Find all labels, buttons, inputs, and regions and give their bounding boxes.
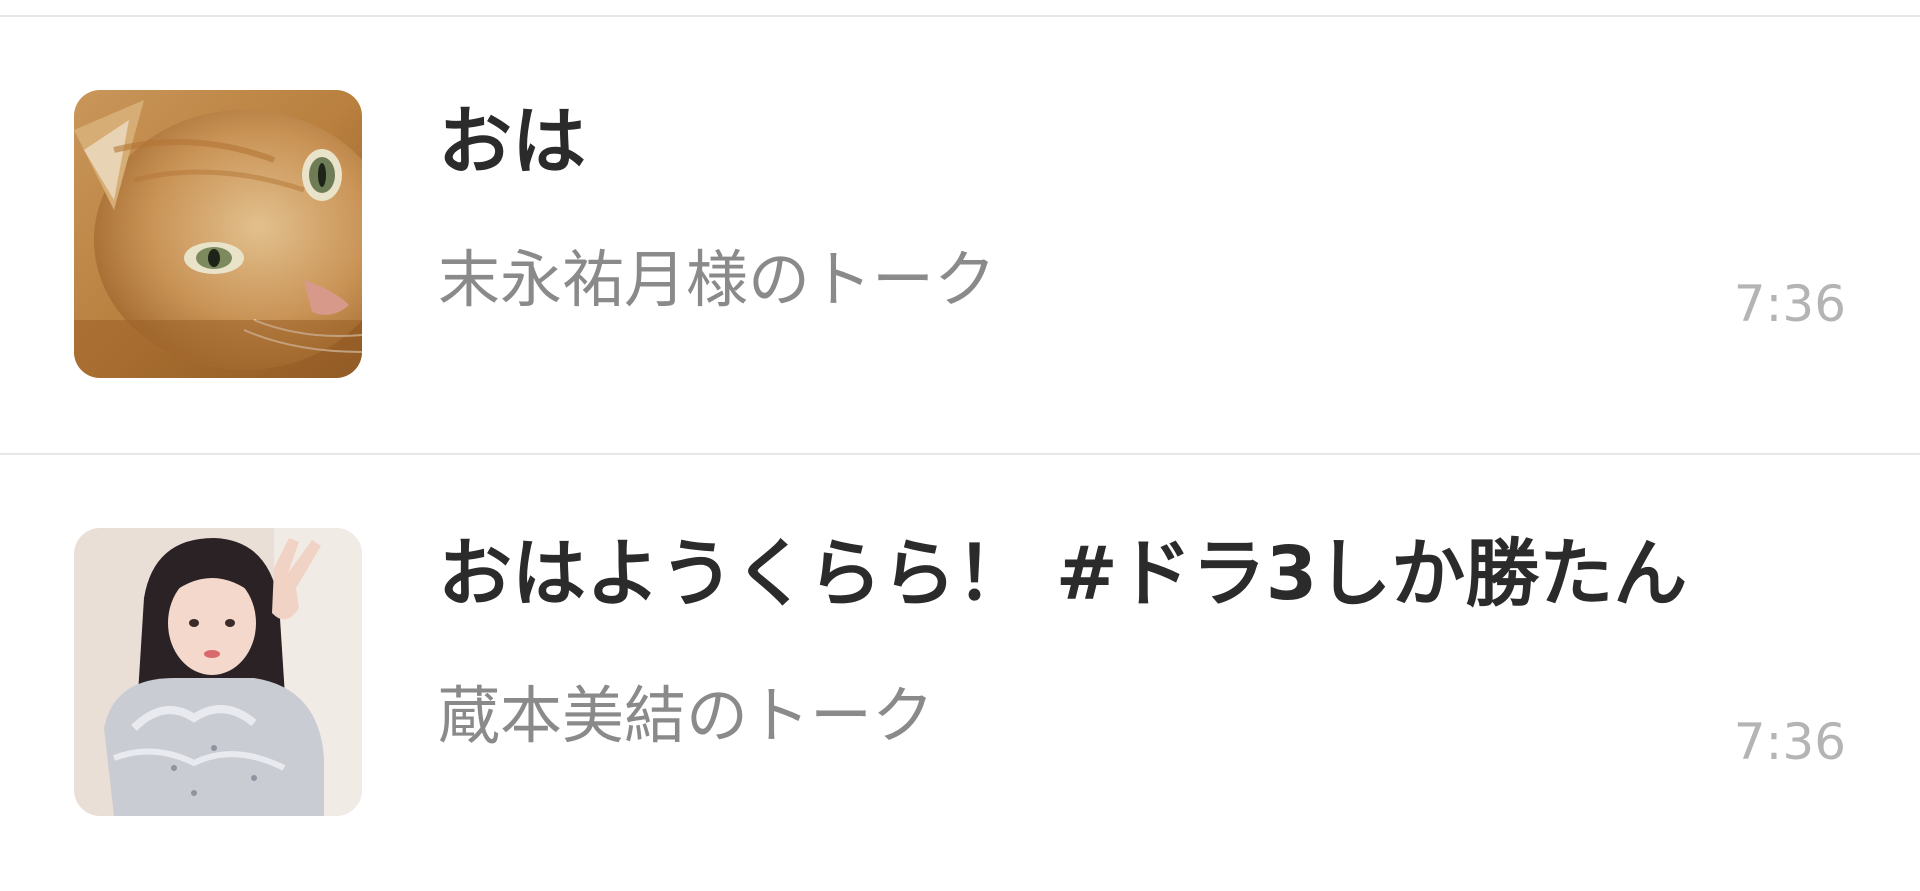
timestamp: 7:36 xyxy=(1733,713,1846,771)
cat-photo-icon xyxy=(74,90,362,378)
list-item[interactable]: おはようくらら！ #ドラ3しか勝たん 蔵本美結のトーク 7:36 xyxy=(0,455,1920,891)
message-title: おは xyxy=(438,99,586,185)
message-title: おはようくらら！ #ドラ3しか勝たん xyxy=(438,531,1688,617)
sender-name: 蔵本美結のトーク xyxy=(438,679,935,752)
message-list: おは 末永祐月様のトーク 7:36 おはようくらら！ #ドラ3しか勝たん 蔵本美… xyxy=(0,0,1920,880)
person-photo-icon xyxy=(74,528,362,816)
avatar xyxy=(74,528,362,816)
timestamp: 7:36 xyxy=(1733,275,1846,333)
avatar xyxy=(74,90,362,378)
sender-name: 末永祐月様のトーク xyxy=(438,243,997,316)
list-item[interactable]: おは 末永祐月様のトーク 7:36 xyxy=(0,17,1920,453)
